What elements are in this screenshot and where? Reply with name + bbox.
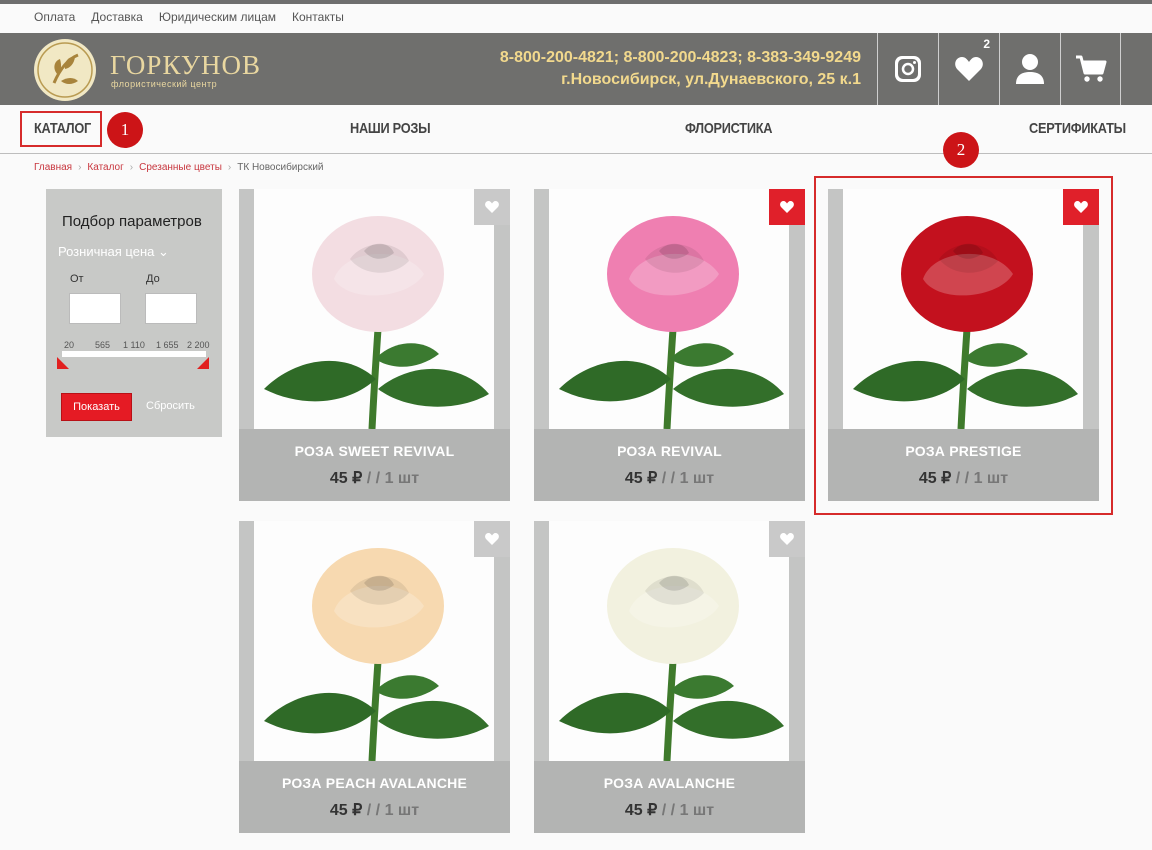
price-value: 45 ₽ [624, 802, 658, 819]
show-button[interactable]: Показать [61, 393, 132, 421]
price-unit: / / 1 шт [366, 802, 420, 819]
favorites-count: 2 [983, 37, 990, 51]
heart-icon [780, 533, 794, 545]
price-slider-min-handle[interactable] [57, 357, 69, 369]
product-card[interactable]: РОЗА SWEET REVIVAL 45 ₽ / / 1 шт [239, 189, 510, 501]
product-info: РОЗА PEACH AVALANCHE 45 ₽ / / 1 шт [239, 761, 510, 833]
scale-tick: 20 [64, 340, 75, 350]
price-unit: / / 1 шт [661, 470, 715, 487]
heart-icon [780, 201, 794, 213]
rose-image [264, 548, 489, 761]
price-value: 45 ₽ [329, 802, 363, 819]
price-from-input[interactable] [69, 293, 121, 324]
rose-image [559, 548, 784, 761]
filter-title: Подбор параметров [62, 213, 202, 230]
price-slider-track[interactable] [62, 351, 206, 357]
add-to-favorites-button[interactable] [474, 521, 510, 557]
product-name[interactable]: РОЗА PEACH AVALANCHE [239, 775, 510, 791]
breadcrumb-chevron-icon: › [227, 162, 232, 173]
price-value: 45 ₽ [624, 470, 658, 487]
scale-tick: 565 [95, 340, 111, 350]
add-to-favorites-button[interactable] [769, 521, 805, 557]
breadcrumb-chevron-icon: › [129, 162, 134, 173]
product-info: РОЗА AVALANCHE 45 ₽ / / 1 шт [534, 761, 805, 833]
product-info: РОЗА SWEET REVIVAL 45 ₽ / / 1 шт [239, 429, 510, 501]
top-link-legal[interactable]: Юридическим лицам [159, 10, 276, 24]
heart-icon [485, 201, 499, 213]
price-unit: / / 1 шт [366, 470, 420, 487]
product-info: РОЗА REVIVAL 45 ₽ / / 1 шт [534, 429, 805, 501]
add-to-favorites-button[interactable] [769, 189, 805, 225]
chevron-down-icon: ⌄ [157, 244, 169, 259]
product-price: 45 ₽ / / 1 шт [239, 468, 510, 488]
instagram-icon [895, 56, 921, 82]
breadcrumb-cut-flowers[interactable]: Срезанные цветы [139, 162, 222, 173]
breadcrumb-current: ТК Новосибирский [237, 162, 324, 173]
price-slider-max-handle[interactable] [197, 357, 209, 369]
product-photo[interactable] [254, 521, 494, 761]
breadcrumb-catalog[interactable]: Каталог [87, 162, 123, 173]
add-to-favorites-button[interactable] [474, 189, 510, 225]
catalog-highlight-box [20, 111, 102, 147]
product-name[interactable]: РОЗА AVALANCHE [534, 775, 805, 791]
user-icon [1016, 54, 1044, 84]
reset-button[interactable]: Сбросить [146, 400, 195, 412]
top-link-contacts[interactable]: Контакты [292, 10, 344, 24]
price-from-label: От [70, 273, 84, 285]
product-price: 45 ₽ / / 1 шт [534, 468, 805, 488]
rose-image [559, 216, 784, 429]
product-photo[interactable] [549, 189, 789, 429]
scale-tick: 1 110 [123, 340, 145, 350]
product-card[interactable]: РОЗА REVIVAL 45 ₽ / / 1 шт [534, 189, 805, 501]
price-value: 45 ₽ [329, 470, 363, 487]
scale-tick: 2 200 [187, 340, 210, 350]
top-link-payment[interactable]: Оплата [34, 10, 75, 24]
phone-numbers[interactable]: 8-800-200-4821; 8-800-200-4823; 8-383-34… [500, 47, 861, 69]
breadcrumb: Главная › Каталог › Срезанные цветы › ТК… [34, 162, 324, 173]
account-button[interactable] [999, 33, 1060, 105]
top-links: Оплата Доставка Юридическим лицам Контак… [34, 10, 344, 24]
price-filter-toggle[interactable]: Розничная цена ⌄ [58, 244, 169, 260]
address: г.Новосибирск, ул.Дунаевского, 25 к.1 [561, 71, 861, 88]
price-to-label: До [146, 273, 160, 285]
cart-button[interactable] [1060, 33, 1121, 105]
filter-panel: Подбор параметров Розничная цена ⌄ От До… [46, 189, 222, 437]
product-card[interactable]: РОЗА AVALANCHE 45 ₽ / / 1 шт [534, 521, 805, 833]
breadcrumb-chevron-icon: › [78, 162, 82, 173]
product-photo[interactable] [549, 521, 789, 761]
nav-floristry[interactable]: ФЛОРИСТИКА [685, 120, 772, 137]
brand-name: ГОРКУНОВ [110, 50, 262, 80]
favorites-button[interactable]: 2 [938, 33, 999, 105]
product-photo[interactable] [254, 189, 494, 429]
product-price: 45 ₽ / / 1 шт [534, 800, 805, 820]
price-unit: / / 1 шт [661, 802, 715, 819]
logo-icon[interactable] [34, 39, 96, 101]
annotation-marker-2: 2 [943, 132, 979, 168]
instagram-button[interactable] [877, 33, 938, 105]
product-card[interactable]: РОЗА PEACH AVALANCHE 45 ₽ / / 1 шт [239, 521, 510, 833]
selected-product-highlight-box [814, 176, 1113, 515]
scale-tick: 1 655 [156, 340, 179, 350]
top-strip [0, 0, 1152, 4]
product-name[interactable]: РОЗА REVIVAL [534, 443, 805, 459]
heart-icon [485, 533, 499, 545]
price-filter-label: Розничная цена [58, 244, 155, 259]
annotation-marker-1: 1 [107, 112, 143, 148]
rose-image [264, 216, 489, 429]
price-to-input[interactable] [145, 293, 197, 324]
main-nav: КАТАЛОГ НАШИ РОЗЫ ФЛОРИСТИКА СЕРТИФИКАТЫ [0, 106, 1152, 154]
nav-certificates[interactable]: СЕРТИФИКАТЫ [1029, 120, 1126, 137]
heart-icon [955, 57, 983, 81]
breadcrumb-home[interactable]: Главная [34, 162, 72, 173]
brand-subtitle: флористический центр [111, 79, 218, 89]
contact-info: 8-800-200-4821; 8-800-200-4823; 8-383-34… [500, 47, 861, 91]
top-link-delivery[interactable]: Доставка [91, 10, 143, 24]
product-price: 45 ₽ / / 1 шт [239, 800, 510, 820]
site-header: ГОРКУНОВ флористический центр 8-800-200-… [0, 33, 1152, 105]
nav-our-roses[interactable]: НАШИ РОЗЫ [350, 120, 431, 137]
product-name[interactable]: РОЗА SWEET REVIVAL [239, 443, 510, 459]
cart-icon [1075, 55, 1106, 82]
